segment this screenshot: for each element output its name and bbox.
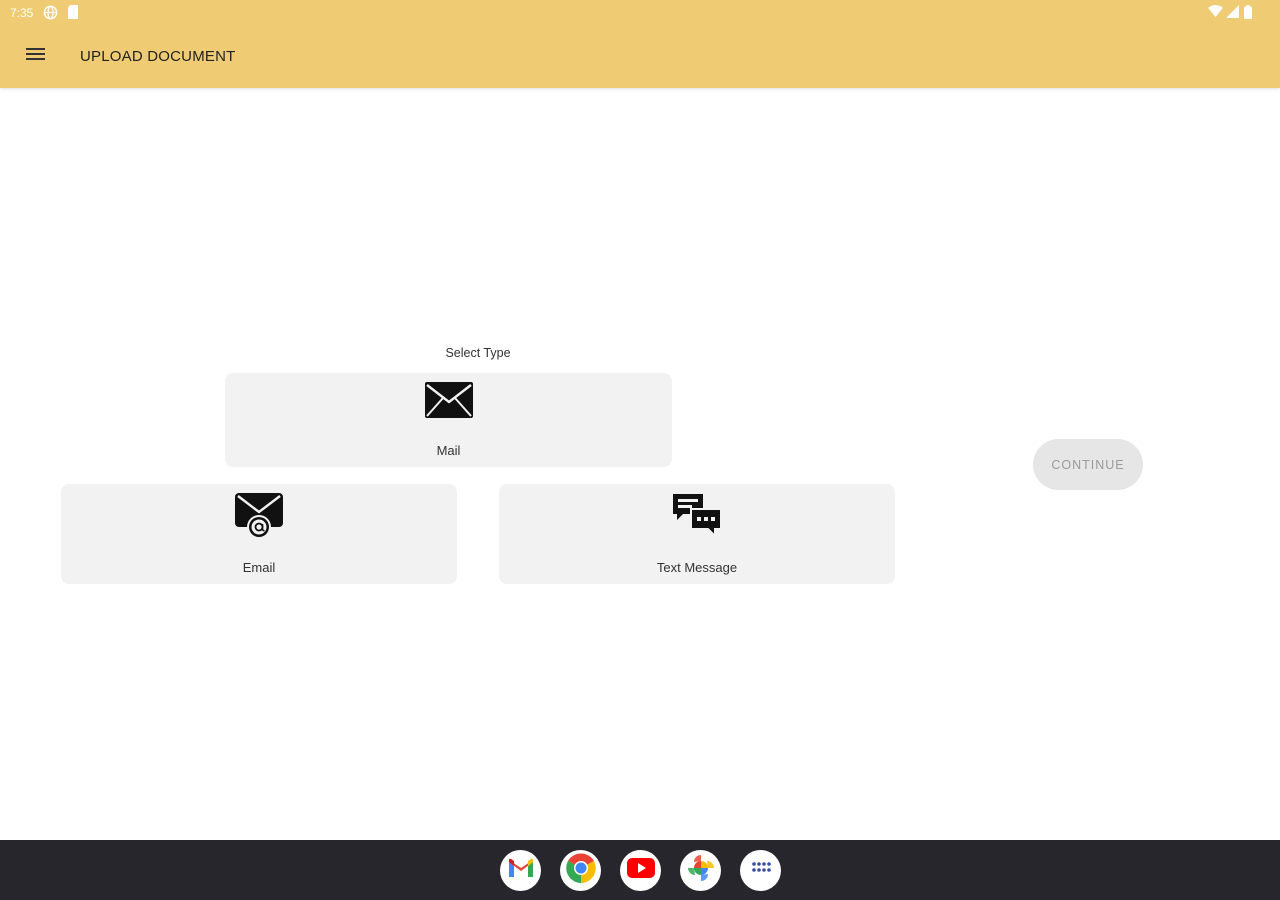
globe-icon [43,5,58,23]
app-drawer-button[interactable] [740,850,781,891]
email-option-label: Email [242,560,276,575]
photos-app[interactable] [680,850,721,891]
app-drawer-icon [751,861,771,880]
chrome-icon [565,853,596,888]
select-type-label: Select Type [445,346,511,360]
youtube-app[interactable] [620,850,661,891]
page-title: UPLOAD DOCUMENT [80,48,236,65]
chat-bubbles-icon [671,492,723,543]
app-bar: 7:35 UPLOAD DOCUMENT [0,0,1280,88]
taskbar-dock [0,840,1280,900]
battery-icon [1244,5,1252,22]
gmail-app[interactable] [500,850,541,891]
photos-icon [687,854,715,887]
mail-option-card[interactable]: Mail [225,373,672,467]
hamburger-menu-icon [26,46,46,67]
status-bar: 7:35 [0,0,1280,26]
wifi-icon [1208,5,1223,21]
menu-button[interactable] [20,42,52,70]
youtube-icon [626,858,655,883]
text-message-option-label: Text Message [656,560,738,575]
chrome-app[interactable] [560,850,601,891]
sim-card-icon [67,5,79,23]
mail-option-label: Mail [436,443,461,458]
text-message-option-card[interactable]: Text Message [499,484,895,584]
gmail-icon [507,857,535,884]
envelope-icon [424,381,474,424]
email-at-icon [233,491,285,546]
signal-icon [1226,5,1239,21]
status-time: 7:35 [10,6,34,20]
email-option-card[interactable]: Email [61,484,457,584]
continue-button[interactable]: CONTINUE [1033,439,1143,490]
